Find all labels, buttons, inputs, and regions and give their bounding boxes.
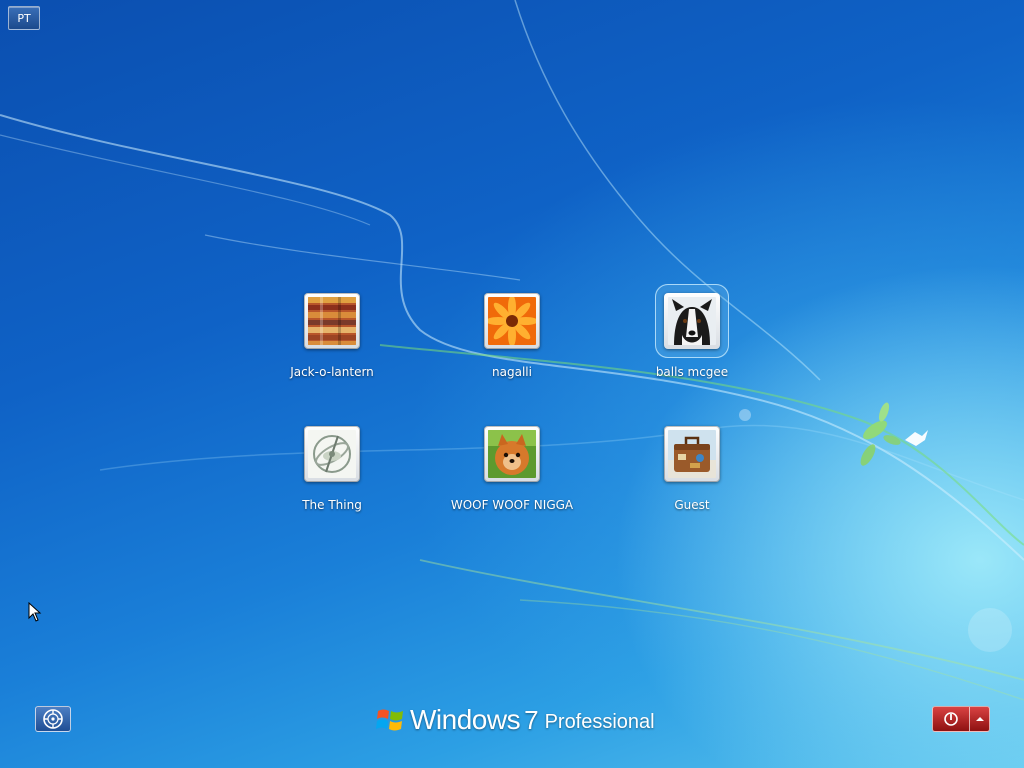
- suitcase-picture: [668, 430, 716, 478]
- bird-decoration: [905, 430, 928, 446]
- brand-edition: Professional: [544, 710, 655, 733]
- power-controls: [932, 706, 990, 732]
- user-tile-nagalli[interactable]: nagalli: [442, 293, 582, 379]
- striped-fabric-picture: [308, 297, 356, 345]
- border-collie-picture: [668, 297, 716, 345]
- power-icon: [944, 712, 958, 726]
- orange-flower-picture: [488, 297, 536, 345]
- ease-of-access-icon: [43, 709, 63, 729]
- pomeranian-picture: [488, 430, 536, 478]
- user-picture-frame: [304, 293, 360, 349]
- language-label: PT: [17, 11, 31, 25]
- user-tile-balls-mcgee[interactable]: balls mcgee: [622, 284, 762, 379]
- ease-of-access-button[interactable]: [35, 706, 71, 732]
- mouse-pointer-icon: [28, 602, 42, 622]
- user-picture-frame: [484, 426, 540, 482]
- background-swooshes: [0, 0, 1024, 701]
- brand-name: Windows: [410, 704, 521, 735]
- windows-branding: Windows 7 Professional: [376, 704, 655, 736]
- language-indicator-button[interactable]: PT: [8, 6, 40, 30]
- leaf-decoration: [860, 402, 901, 466]
- user-tile-jack-o-lantern[interactable]: Jack-o-lantern: [262, 293, 402, 379]
- user-picture-frame: [484, 293, 540, 349]
- user-picture-frame-selected: [655, 284, 729, 358]
- shut-down-options-button[interactable]: [970, 706, 990, 732]
- user-name: Guest: [674, 498, 710, 512]
- user-picture-frame: [304, 426, 360, 482]
- user-name: The Thing: [302, 498, 362, 512]
- windows-logo-icon: [376, 709, 403, 731]
- shut-down-button[interactable]: [932, 706, 970, 732]
- user-name: Jack-o-lantern: [290, 365, 374, 379]
- user-name: nagalli: [492, 365, 532, 379]
- user-tile-guest[interactable]: Guest: [622, 426, 762, 512]
- gyroscope-picture: [308, 430, 356, 478]
- user-picture-frame: [664, 426, 720, 482]
- brand-version: 7: [524, 704, 539, 735]
- user-name: balls mcgee: [655, 365, 729, 379]
- user-tile-woof-woof[interactable]: WOOF WOOF NIGGA: [442, 426, 582, 512]
- user-tile-the-thing[interactable]: The Thing: [262, 426, 402, 512]
- user-name: WOOF WOOF NIGGA: [450, 498, 574, 512]
- chevron-up-icon: [975, 717, 984, 721]
